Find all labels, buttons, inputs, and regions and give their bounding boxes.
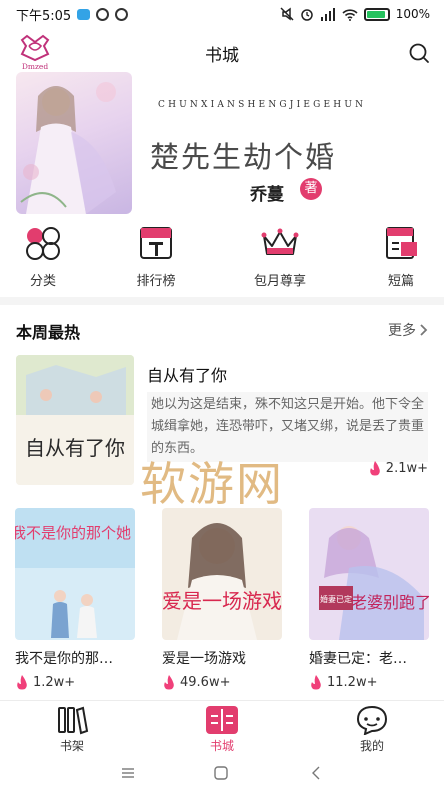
home-icon[interactable] bbox=[213, 765, 229, 781]
status-time: 下午5:05 bbox=[16, 8, 72, 24]
battery-icon bbox=[363, 7, 390, 21]
section-divider bbox=[0, 297, 444, 305]
mute-icon bbox=[280, 7, 294, 21]
banner-author: 乔蔓 bbox=[250, 185, 284, 205]
book-heat: 11.2w+ bbox=[309, 674, 429, 690]
chevron-right-icon bbox=[420, 324, 428, 336]
category-item-ranking[interactable]: 排行榜 bbox=[116, 222, 196, 289]
app-notification-icon bbox=[77, 8, 91, 20]
featured-heat: 2.1w+ bbox=[368, 460, 428, 476]
nav-bookstore[interactable]: 书城 bbox=[182, 705, 262, 754]
book-card[interactable]: 婚妻已定 老婆别跑了 婚妻已定：老… 11.2w+ bbox=[309, 508, 429, 690]
featured-book-cover[interactable]: 自从有了你 bbox=[16, 355, 134, 485]
book-heat-value: 1.2w+ bbox=[33, 674, 76, 690]
profile-icon bbox=[356, 705, 388, 735]
category-item-monthly-vip[interactable]: 包月尊享 bbox=[240, 222, 320, 289]
book-cover-badge: 婚妻已定 bbox=[320, 594, 352, 604]
book-card[interactable]: 我不是你的那个她 我不是你的那… 1.2w+ bbox=[15, 508, 135, 690]
ranking-icon bbox=[140, 227, 172, 259]
back-icon[interactable] bbox=[308, 765, 324, 781]
more-label: 更多 bbox=[388, 323, 416, 339]
flame-icon bbox=[164, 675, 174, 690]
book-heat: 49.6w+ bbox=[162, 674, 282, 690]
signal-icon bbox=[320, 7, 335, 21]
book-title: 婚妻已定：老… bbox=[309, 651, 407, 667]
search-button[interactable] bbox=[408, 42, 430, 64]
notification-icon bbox=[96, 7, 110, 21]
page-title: 书城 bbox=[205, 45, 239, 66]
system-nav-bar bbox=[0, 753, 444, 791]
search-icon bbox=[409, 43, 429, 63]
bottom-nav: 书架 书城 我的 bbox=[0, 700, 444, 753]
category-label: 短篇 bbox=[387, 274, 414, 289]
bookstore-icon bbox=[206, 706, 238, 734]
flame-icon bbox=[311, 675, 321, 690]
logo-text: Dmzed bbox=[22, 62, 49, 71]
author-badge: 著 bbox=[300, 178, 322, 200]
more-link[interactable]: 更多 bbox=[388, 320, 428, 340]
featured-book-title[interactable]: 自从有了你 bbox=[147, 362, 227, 386]
flame-icon bbox=[17, 675, 27, 690]
app-header: Dmzed 书城 bbox=[0, 30, 444, 76]
nav-profile[interactable]: 我的 bbox=[332, 705, 412, 754]
banner-subtitle: CHUNXIANSHENGJIEGEHUN bbox=[158, 100, 367, 110]
watermark-text: 软游网 bbox=[140, 457, 284, 511]
notification-icon-2 bbox=[115, 7, 129, 21]
book-cover-text: 爱是一场游戏 bbox=[162, 589, 282, 613]
featured-heat-value: 2.1w+ bbox=[385, 460, 428, 476]
book-heat: 1.2w+ bbox=[15, 674, 135, 690]
banner-title: 楚先生劫个婚 bbox=[150, 140, 337, 174]
banner-cover-image bbox=[16, 72, 132, 214]
nav-label: 书架 bbox=[59, 739, 84, 753]
alarm-icon bbox=[300, 9, 313, 21]
app-logo: Dmzed bbox=[14, 34, 56, 72]
book-heat-value: 11.2w+ bbox=[327, 674, 378, 690]
nav-bookshelf[interactable]: 书架 bbox=[32, 705, 112, 754]
book-cover-text: 我不是你的那个她 bbox=[15, 524, 131, 542]
book-cover: 婚妻已定 老婆别跑了 bbox=[309, 508, 429, 640]
category-item-short-story[interactable]: 短篇 bbox=[361, 222, 441, 289]
book-cover: 我不是你的那个她 bbox=[15, 508, 135, 640]
category-label: 包月尊享 bbox=[253, 274, 306, 289]
menu-icon[interactable] bbox=[120, 765, 136, 781]
promo-banner[interactable]: CHUNXIANSHENGJIEGEHUN 楚先生劫个婚 乔蔓 著 bbox=[0, 72, 444, 216]
category-label: 排行榜 bbox=[136, 274, 176, 289]
short-story-icon bbox=[386, 227, 417, 259]
crown-icon bbox=[261, 228, 299, 255]
book-title: 爱是一场游戏 bbox=[162, 651, 246, 667]
category-item-classify[interactable]: 分类 bbox=[3, 222, 83, 289]
category-label: 分类 bbox=[29, 274, 56, 289]
status-bar: 下午5:05 100% bbox=[0, 0, 444, 28]
battery-level: 100% bbox=[395, 7, 430, 21]
category-icon bbox=[26, 227, 60, 260]
wifi-icon bbox=[342, 8, 358, 21]
book-title: 我不是你的那… bbox=[15, 651, 113, 667]
category-row: 分类 排行榜 包月尊享 短篇 bbox=[0, 222, 444, 289]
book-cover-text: 老婆别跑了 bbox=[351, 593, 429, 612]
book-heat-value: 49.6w+ bbox=[180, 674, 231, 690]
section-title: 本周最热 bbox=[16, 323, 81, 342]
book-cover: 爱是一场游戏 bbox=[162, 508, 282, 640]
featured-cover-text: 自从有了你 bbox=[25, 436, 125, 460]
nav-label: 书城 bbox=[209, 739, 234, 753]
book-card[interactable]: 爱是一场游戏 爱是一场游戏 49.6w+ bbox=[162, 508, 282, 690]
flame-icon bbox=[369, 461, 380, 476]
bookshelf-icon bbox=[58, 706, 89, 735]
nav-label: 我的 bbox=[359, 739, 384, 753]
